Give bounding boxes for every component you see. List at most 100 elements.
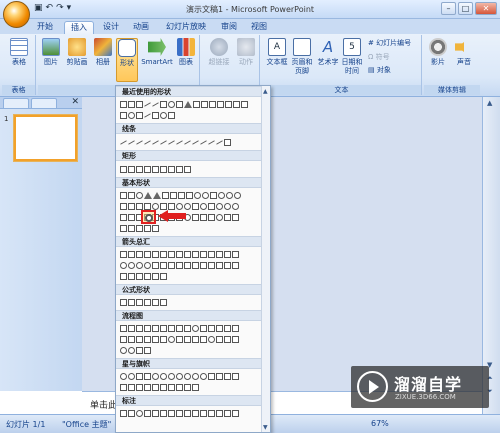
film-reel-icon — [429, 38, 447, 56]
shape-row[interactable] — [120, 271, 262, 281]
shape-row[interactable] — [120, 99, 262, 109]
wordart-button[interactable]: A 艺术字 — [316, 38, 340, 67]
symbol-button[interactable]: Ω 符号 — [368, 53, 390, 62]
tab-insert[interactable]: 插入 — [64, 21, 94, 34]
shape-row[interactable] — [120, 137, 262, 147]
speaker-icon — [455, 38, 470, 56]
section-flowchart: 流程图 — [116, 310, 262, 321]
datetime-button[interactable]: 5 日期和时间 — [340, 38, 364, 76]
section-arrows: 箭头总汇 — [116, 236, 262, 247]
section-stars: 星与旗帜 — [116, 358, 262, 369]
maximize-button[interactable]: □ — [458, 2, 473, 15]
header-footer-icon — [293, 38, 311, 56]
picture-button[interactable]: 图片 — [40, 38, 62, 67]
ribbon-tabs: 开始 插入 设计 动画 幻灯片放映 审阅 视图 — [0, 19, 500, 34]
office-button[interactable] — [3, 1, 30, 28]
omega-icon: Ω — [368, 53, 374, 61]
chart-icon — [177, 38, 195, 56]
selected-shape-donut[interactable] — [141, 210, 156, 224]
shape-row[interactable] — [120, 260, 262, 270]
section-basic-shapes: 基本形状 — [116, 177, 262, 188]
sound-button[interactable]: 声音 — [452, 38, 476, 67]
clipart-icon — [68, 38, 86, 56]
shape-row[interactable] — [120, 334, 262, 344]
object-icon: ▤ — [368, 66, 375, 74]
watermark-url: ZIXUE.3D66.COM — [395, 393, 456, 401]
section-rectangles: 矩形 — [116, 150, 262, 161]
qat-dropdown-icon[interactable]: ▾ — [67, 3, 72, 13]
chart-button[interactable]: 图表 — [175, 38, 197, 67]
save-icon[interactable]: ▣ — [34, 3, 43, 13]
group-text: A 文本框 页眉和页脚 A 艺术字 5 日期和时间 # 幻灯片编号 Ω 符号 ▤… — [262, 35, 422, 95]
slide-number: 1 — [4, 115, 9, 123]
window-controls: – □ ✕ — [441, 2, 497, 15]
slides-tab[interactable] — [3, 98, 29, 108]
slide-thumbnail[interactable] — [14, 115, 77, 161]
textbox-icon: A — [268, 38, 286, 56]
slide-number-button[interactable]: # 幻灯片编号 — [368, 39, 411, 48]
play-logo-icon — [357, 371, 388, 402]
scroll-down-icon[interactable]: ▼ — [263, 424, 268, 431]
close-panel-icon[interactable]: ✕ — [71, 97, 79, 107]
smartart-icon — [148, 38, 166, 56]
album-button[interactable]: 相册 — [92, 38, 114, 67]
outline-tab[interactable] — [31, 98, 57, 108]
redo-icon[interactable]: ↷ — [56, 3, 64, 13]
group-table: 表格 表格 — [2, 35, 36, 95]
panel-tabs: ✕ — [0, 97, 82, 109]
wordart-icon: A — [322, 38, 334, 56]
table-icon — [10, 38, 28, 56]
shapes-button[interactable]: 形状 — [116, 38, 138, 82]
tab-animation[interactable]: 动画 — [130, 21, 152, 34]
watermark: 溜溜自学 ZIXUE.3D66.COM — [351, 366, 489, 408]
clipart-button[interactable]: 剪贴画 — [64, 38, 90, 67]
table-button[interactable]: 表格 — [5, 38, 33, 67]
scroll-up-icon[interactable]: ▲ — [487, 99, 492, 107]
smartart-button[interactable]: SmartArt — [141, 38, 173, 67]
tab-slideshow[interactable]: 幻灯片放映 — [162, 21, 210, 34]
header-footer-button[interactable]: 页眉和页脚 — [290, 38, 314, 76]
shape-row[interactable] — [120, 323, 262, 333]
shape-row[interactable] — [120, 345, 262, 355]
tab-view[interactable]: 视图 — [248, 21, 270, 34]
album-icon — [94, 38, 112, 56]
zoom-level[interactable]: 67% — [371, 419, 389, 428]
quick-access-toolbar: ▣ ↶ ↷ ▾ — [34, 3, 71, 13]
shape-row[interactable] — [120, 382, 262, 392]
red-arrow-icon — [158, 210, 186, 222]
shape-row[interactable] — [120, 371, 262, 381]
movie-button[interactable]: 影片 — [426, 38, 450, 67]
window-title: 演示文稿1 - Microsoft PowerPoint — [185, 5, 315, 14]
minimize-button[interactable]: – — [441, 2, 456, 15]
tab-design[interactable]: 设计 — [100, 21, 122, 34]
undo-icon[interactable]: ↶ — [46, 3, 54, 13]
slide-info: 幻灯片 1/1 — [6, 420, 46, 429]
action-button[interactable]: 动作 — [234, 38, 258, 67]
shape-row[interactable] — [120, 408, 262, 418]
section-equation: 公式形状 — [116, 284, 262, 295]
shape-row[interactable] — [120, 249, 262, 259]
hyperlink-icon — [210, 38, 228, 56]
shape-row[interactable] — [120, 223, 262, 233]
tab-home[interactable]: 开始 — [34, 21, 56, 34]
section-recent: 最近使用的形状 — [116, 86, 262, 97]
scroll-up-icon[interactable]: ▲ — [263, 88, 268, 95]
shape-row[interactable] — [120, 297, 262, 307]
theme-name: "Office 主题" — [62, 420, 112, 429]
object-button[interactable]: ▤ 对象 — [368, 66, 391, 75]
tab-review[interactable]: 审阅 — [218, 21, 240, 34]
watermark-brand: 溜溜自学 — [394, 375, 463, 394]
group-media: 影片 声音 媒体剪辑 — [424, 35, 480, 95]
section-callouts: 标注 — [116, 395, 262, 406]
slide-number-icon: # — [368, 39, 374, 47]
action-icon — [237, 38, 255, 56]
close-button[interactable]: ✕ — [475, 2, 497, 15]
menu-scrollbar[interactable]: ▲ ▼ — [261, 86, 270, 432]
section-lines: 线条 — [116, 123, 262, 134]
hyperlink-button[interactable]: 超链接 — [205, 38, 233, 67]
slides-panel: ✕ 1 — [0, 97, 82, 391]
textbox-button[interactable]: A 文本框 — [264, 38, 290, 67]
shape-row[interactable] — [120, 110, 262, 120]
shape-row[interactable] — [120, 190, 262, 200]
shape-row[interactable] — [120, 164, 262, 174]
